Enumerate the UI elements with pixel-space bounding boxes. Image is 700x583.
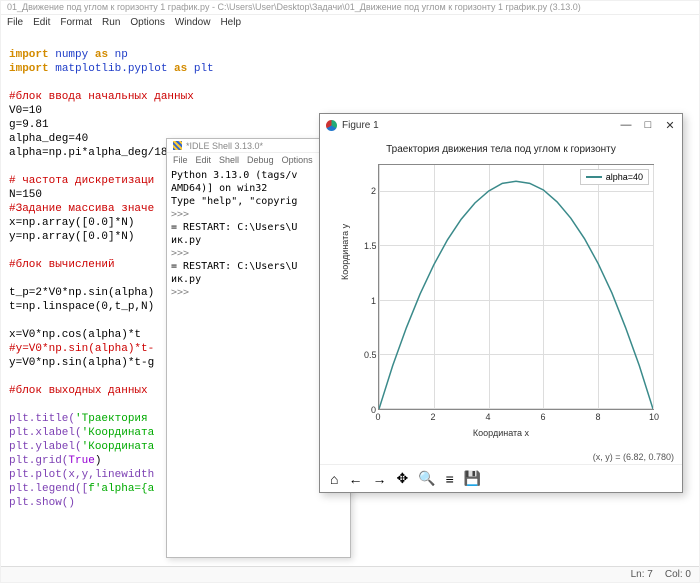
trajectory-line [379, 165, 653, 409]
menu-help[interactable]: Help [220, 17, 241, 28]
figure-titlebar: Figure 1 — □ ✕ [320, 114, 682, 136]
figure-window[interactable]: Figure 1 — □ ✕ Траектория движения тела … [319, 113, 683, 493]
menu-format[interactable]: Format [60, 17, 92, 28]
forward-icon[interactable]: → [372, 471, 386, 487]
figure-max-button[interactable]: □ [642, 119, 654, 132]
menu-window[interactable]: Window [175, 17, 211, 28]
plot-canvas[interactable]: Траектория движения тела под углом к гор… [330, 140, 672, 450]
home-icon[interactable]: ⌂ [330, 471, 338, 487]
shell-menu-edit[interactable]: Edit [196, 155, 212, 165]
save-icon[interactable]: 💾 [464, 470, 481, 487]
chart-legend: alpha=40 [580, 169, 649, 185]
editor-statusbar: Ln: 7 Col: 0 [1, 566, 699, 582]
chart-title: Траектория движения тела под углом к гор… [330, 140, 672, 157]
status-col: Col: 0 [665, 569, 691, 580]
shell-menu-options[interactable]: Options [282, 155, 313, 165]
y-axis-label: Координата y [340, 224, 350, 280]
plot-axes: alpha=40 [378, 164, 654, 410]
menu-file[interactable]: File [7, 17, 23, 28]
menu-run[interactable]: Run [102, 17, 120, 28]
shell-menu-debug[interactable]: Debug [247, 155, 274, 165]
figure-min-button[interactable]: — [620, 119, 632, 132]
menu-edit[interactable]: Edit [33, 17, 50, 28]
back-icon[interactable]: ← [348, 471, 362, 487]
editor-menubar: File Edit Format Run Options Window Help [1, 15, 699, 30]
idle-icon [173, 141, 182, 150]
status-ln: Ln: 7 [631, 569, 653, 580]
legend-line-icon [586, 176, 602, 178]
shell-menu-file[interactable]: File [173, 155, 188, 165]
matplotlib-icon [326, 120, 337, 131]
pan-icon[interactable]: ✥ [396, 470, 408, 487]
zoom-icon[interactable]: 🔍 [418, 470, 435, 487]
figure-toolbar: ⌂ ← → ✥ 🔍 ≡ 💾 [320, 464, 682, 492]
cursor-coords: (x, y) = (6.82, 0.780) [593, 452, 674, 462]
shell-menu-shell[interactable]: Shell [219, 155, 239, 165]
configure-icon[interactable]: ≡ [446, 471, 454, 487]
figure-close-button[interactable]: ✕ [664, 119, 676, 132]
menu-options[interactable]: Options [130, 17, 164, 28]
x-axis-label: Координата x [330, 428, 672, 438]
editor-title: 01_Движение под углом к горизонту 1 граф… [1, 1, 699, 15]
